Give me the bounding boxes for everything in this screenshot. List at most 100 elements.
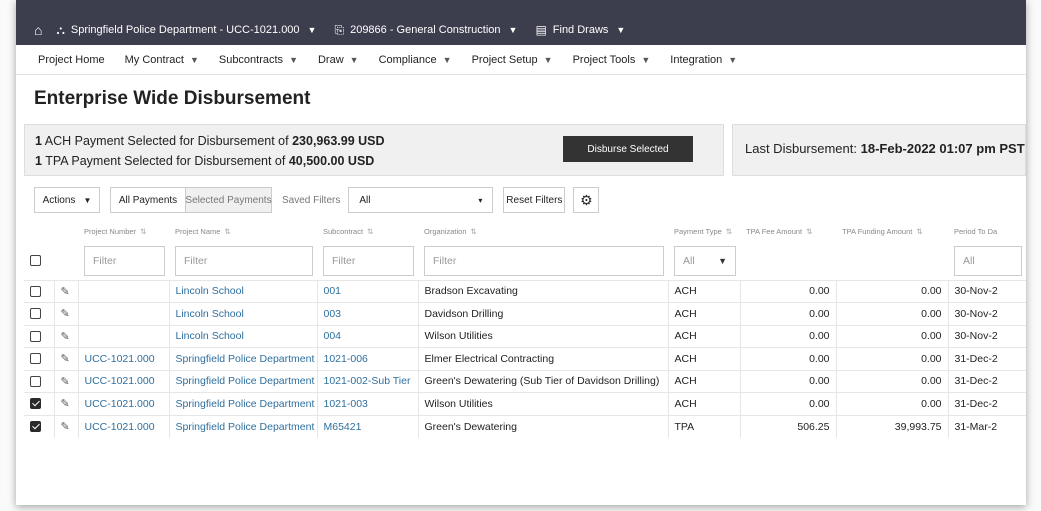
cell-period-text: 30-Nov-2 [954, 330, 998, 343]
chevron-down-icon: ▼ [641, 54, 651, 65]
organization-filter[interactable]: Filter [424, 245, 664, 276]
select-cell [24, 369, 54, 393]
row-checkbox[interactable] [30, 330, 41, 342]
cell-subcontract-text[interactable]: 1021-002-Sub Tier [324, 375, 411, 387]
cell-project-number-text[interactable]: UCC-1021.000 [85, 375, 155, 387]
menu-draw[interactable]: Draw ▼ [318, 54, 359, 66]
cell-subcontract: 1021-002-Sub Tier [316, 369, 418, 393]
cell-tpa-fee-text: 0.00 [809, 285, 830, 298]
col-project-name[interactable]: Project Name ⇅ [169, 222, 317, 240]
table-row[interactable]: ✎ Lincoln School 003 Davidson Drilling ACH 0.… [24, 302, 1026, 325]
row-checkbox[interactable] [30, 421, 41, 433]
find-draws-menu[interactable]: ▤ Find Draws ▼ [535, 23, 625, 37]
menu-project-setup[interactable]: Project Setup ▼ [472, 54, 553, 66]
cell-project-name-text[interactable]: Lincoln School [176, 330, 244, 342]
table-row[interactable]: ✎ Lincoln School 004 Wilson Utilities ACH 0.0… [24, 324, 1026, 348]
project-selector[interactable]: ⛬ Springfield Police Department - UCC-10… [56, 23, 316, 38]
select-all-checkbox[interactable] [30, 255, 41, 267]
cell-subcontract: 1021-003 [316, 392, 418, 415]
cell-subcontract: M65421 [316, 414, 418, 438]
col-project-number[interactable]: Project Number ⇅ [78, 222, 169, 240]
table-row[interactable]: ✎ UCC-1021.000 Springfield Police Departme… [24, 347, 1026, 370]
disburse-selected-button[interactable]: Disburse Selected [563, 136, 693, 162]
cell-tpa-fee: 0.00 [739, 324, 836, 348]
cell-subcontract-text[interactable]: 1021-003 [324, 398, 368, 410]
table-row[interactable]: ✎ Lincoln School 001 Bradson Excavating ACH 0… [24, 279, 1026, 303]
cell-project-name-text[interactable]: Springfield Police Department [176, 421, 315, 433]
pencil-icon[interactable]: ✎ [61, 353, 70, 365]
cell-subcontract-text[interactable]: 001 [324, 285, 342, 297]
project-number-filter[interactable]: Filter [84, 245, 165, 276]
cell-tpa-fee: 0.00 [739, 347, 836, 370]
period-filter[interactable]: All [954, 245, 1022, 276]
all-payments-tab[interactable]: All Payments [110, 187, 186, 213]
cell-project-name-text[interactable]: Springfield Police Department [176, 375, 315, 387]
cell-tpa-funding-text: 0.00 [921, 330, 942, 343]
menu-label: Subcontracts [218, 53, 284, 66]
cell-project-number-text[interactable]: UCC-1021.000 [85, 421, 155, 433]
table-row[interactable]: ✎ UCC-1021.000 Springfield Police Departme… [24, 392, 1026, 415]
column-label: Payment Type [674, 226, 722, 236]
subcontract-filter[interactable]: Filter [323, 245, 414, 276]
payment-type-filter[interactable]: All ▼ [674, 245, 736, 276]
menu-integration[interactable]: Integration ▼ [670, 54, 737, 66]
cell-subcontract-text[interactable]: 1021-006 [324, 353, 368, 365]
pencil-icon[interactable]: ✎ [61, 331, 70, 343]
caret-down-icon: ▼ [83, 195, 92, 205]
chevron-down-icon: ▼ [349, 54, 359, 65]
cell-project-name-text[interactable]: Lincoln School [176, 285, 244, 297]
pencil-icon[interactable]: ✎ [61, 308, 70, 320]
cell-subcontract-text[interactable]: 003 [324, 308, 342, 320]
reset-filters-button[interactable]: Reset Filters [503, 187, 566, 213]
row-checkbox[interactable] [30, 308, 41, 320]
col-subcontract[interactable]: Subcontract ⇅ [317, 222, 418, 240]
sort-icon: ⇅ [140, 226, 147, 236]
project-selector-label: Springfield Police Department - UCC-1021… [70, 24, 300, 36]
filter-cell: All ▼ [668, 240, 740, 280]
col-period[interactable]: Period To Da [948, 222, 1026, 240]
cell-payment-type-text: ACH [674, 285, 697, 298]
menu-compliance[interactable]: Compliance ▼ [379, 54, 452, 66]
cell-subcontract-text[interactable]: 004 [324, 330, 342, 342]
pencil-icon[interactable]: ✎ [61, 421, 70, 433]
cell-subcontract: 003 [316, 302, 418, 325]
row-checkbox[interactable] [30, 375, 41, 387]
col-payment-type[interactable]: Payment Type ⇅ [668, 222, 740, 240]
document-icon: ▤ [535, 23, 547, 37]
menu-project-tools[interactable]: Project Tools ▼ [573, 54, 651, 66]
col-organization[interactable]: Organization ⇅ [418, 222, 668, 240]
row-checkbox[interactable] [30, 285, 41, 297]
menu-subcontracts[interactable]: Subcontracts ▼ [219, 54, 298, 66]
row-checkbox[interactable] [30, 398, 41, 410]
cell-subcontract-text[interactable]: M65421 [324, 421, 362, 433]
pencil-icon[interactable]: ✎ [61, 286, 70, 298]
gear-icon[interactable]: ⚙ [573, 187, 600, 213]
table-row[interactable]: ✎ UCC-1021.000 Springfield Police Departme… [24, 414, 1026, 438]
cell-project-number: UCC-1021.000 [77, 369, 169, 393]
menu-my-contract[interactable]: My Contract ▼ [125, 54, 199, 66]
col-tpa-funding[interactable]: TPA Funding Amount ⇅ [836, 222, 948, 240]
home-icon[interactable]: ⌂ [34, 22, 42, 38]
table-row[interactable]: ✎ UCC-1021.000 Springfield Police Departme… [24, 369, 1026, 393]
selected-payments-tab[interactable]: Selected Payments [185, 187, 272, 213]
cell-project-name-text[interactable]: Lincoln School [176, 308, 244, 320]
cell-project-number-text[interactable]: UCC-1021.000 [85, 398, 155, 410]
cell-period: 31-Dec-2 [947, 392, 1026, 415]
cell-organization: Bradson Excavating [417, 279, 668, 303]
saved-filters-select[interactable]: All ▾ [348, 187, 494, 213]
pencil-icon[interactable]: ✎ [61, 398, 70, 410]
row-checkbox[interactable] [30, 353, 41, 365]
project-name-filter[interactable]: Filter [175, 245, 313, 276]
cell-project-number-text[interactable]: UCC-1021.000 [85, 353, 155, 365]
actions-button[interactable]: Actions ▼ [34, 187, 100, 213]
col-tpa-fee[interactable]: TPA Fee Amount ⇅ [740, 222, 836, 240]
menu-project-home[interactable]: Project Home [38, 54, 105, 66]
table-body: ✎ Lincoln School 001 Bradson Excavating ACH 0… [24, 279, 1026, 438]
pencil-icon[interactable]: ✎ [61, 376, 70, 388]
contract-selector[interactable]: ⎘ 209866 - General Construction ▼ [334, 23, 517, 38]
cell-project-name-text[interactable]: Springfield Police Department [176, 398, 315, 410]
chevron-down-icon: ▼ [289, 54, 298, 65]
cell-period-text: 31-Dec-2 [954, 397, 998, 410]
cell-tpa-fee-text: 0.00 [809, 307, 830, 320]
cell-project-name-text[interactable]: Springfield Police Department [176, 353, 315, 365]
